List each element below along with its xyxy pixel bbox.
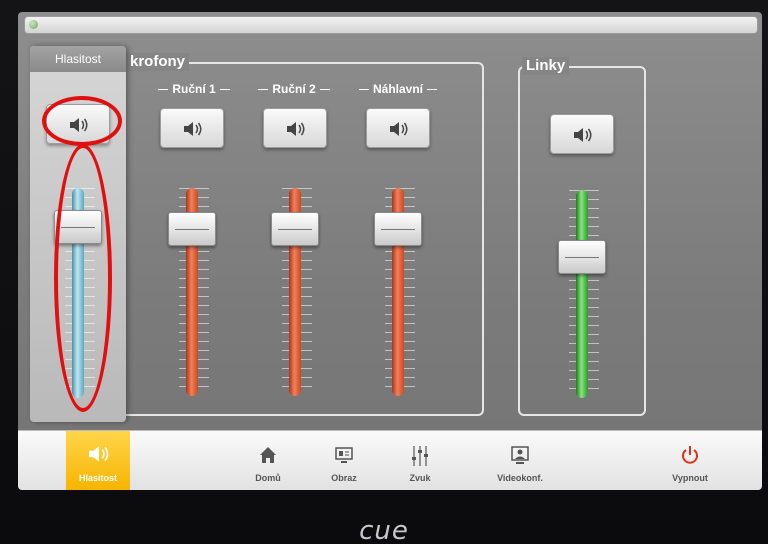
- fader-knob-linky[interactable]: [558, 240, 606, 274]
- videoconference-icon: [511, 446, 529, 464]
- speaker-icon: [89, 446, 109, 462]
- speaker-icon: [390, 122, 408, 136]
- bottom-nav: Hlasitost Domů Obraz Zvuk Videokonf. Vyp…: [18, 430, 762, 490]
- power-icon: [682, 446, 698, 464]
- mute-button-linky[interactable]: [550, 114, 614, 154]
- channel-label-rucni-2: Ruční 2: [244, 82, 344, 96]
- nav-label-vypnout: Vypnout: [672, 473, 708, 483]
- channel-label-rucni-1: Ruční 1: [144, 82, 244, 96]
- mute-button-nahlavni[interactable]: [366, 108, 430, 148]
- nav-item-obraz[interactable]: Obraz: [312, 431, 376, 490]
- highlight-ring-mute: [42, 96, 122, 146]
- speaker-icon: [574, 128, 592, 142]
- nav-label-zvuk: Zvuk: [409, 473, 431, 483]
- highlight-ring-fader: [54, 144, 112, 412]
- fader-track-linky: [576, 190, 588, 398]
- fader-knob-rucni-2[interactable]: [271, 212, 319, 246]
- nav-label-videokonf: Videokonf.: [497, 473, 543, 483]
- nav-item-videokonf[interactable]: Videokonf.: [488, 431, 552, 490]
- home-icon: [260, 447, 276, 463]
- mute-button-rucni-1[interactable]: [160, 108, 224, 148]
- channel-label-nahlavni: Náhlavní: [348, 82, 448, 96]
- nav-label-domu: Domů: [255, 473, 281, 483]
- mics-group-title: krofony: [126, 53, 190, 71]
- mute-button-rucni-2[interactable]: [263, 108, 327, 148]
- nav-item-zvuk[interactable]: Zvuk: [388, 431, 452, 490]
- speaker-icon: [184, 122, 202, 136]
- status-led-icon: [29, 20, 38, 29]
- device-brand-logo: cue: [359, 516, 409, 544]
- nav-item-vypnout[interactable]: Vypnout: [658, 431, 722, 490]
- lines-group-title: Linky: [522, 57, 570, 75]
- nav-item-domu[interactable]: Domů: [236, 431, 300, 490]
- display-icon: [335, 447, 353, 463]
- fader-knob-rucni-1[interactable]: [168, 212, 216, 246]
- nav-item-hlasitost[interactable]: Hlasitost: [66, 431, 130, 490]
- nav-label-hlasitost: Hlasitost: [78, 473, 117, 483]
- status-bar: [24, 16, 758, 34]
- mixer-icon: [412, 446, 428, 466]
- nav-label-obraz: Obraz: [331, 473, 357, 483]
- master-volume-title: Hlasitost: [30, 46, 126, 72]
- speaker-icon: [287, 122, 305, 136]
- fader-knob-nahlavni[interactable]: [374, 212, 422, 246]
- touch-screen: krofony Linky Ruční 1 Ruční 2 Náhlavní H…: [18, 12, 762, 490]
